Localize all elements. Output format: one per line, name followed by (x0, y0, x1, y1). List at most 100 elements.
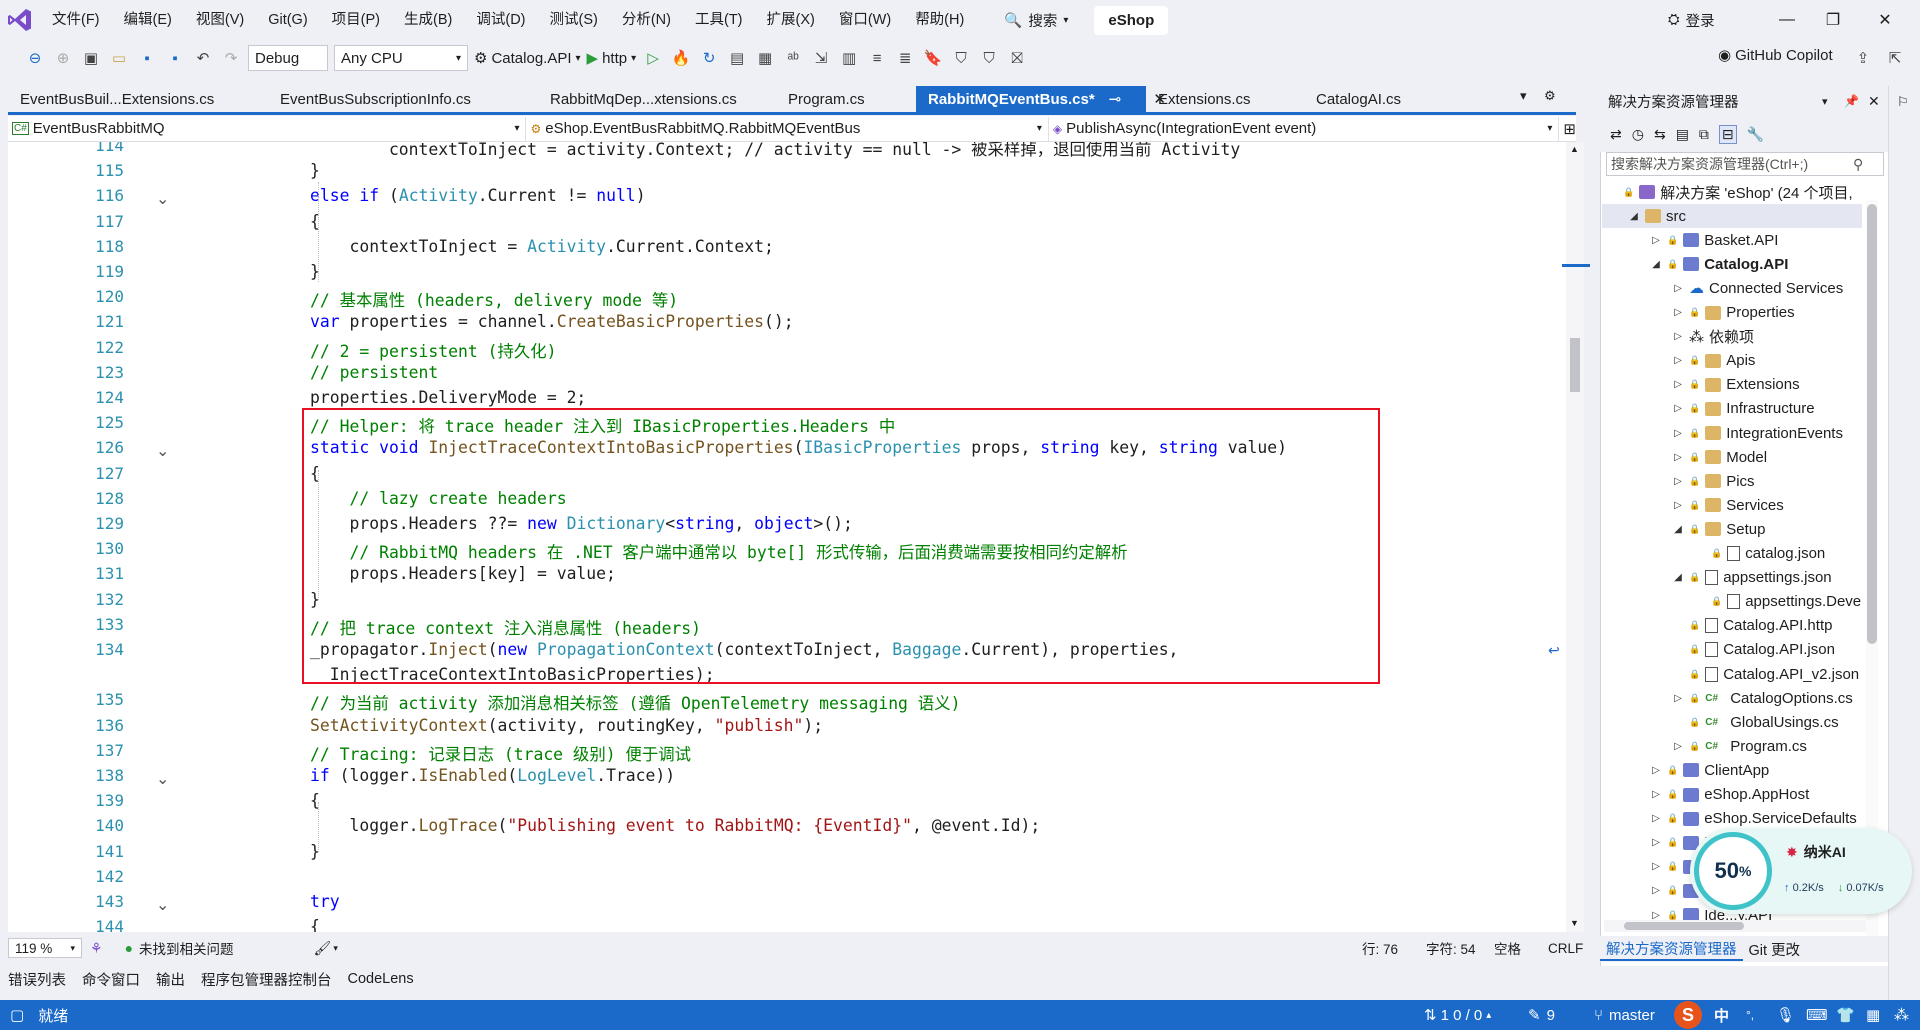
code-line[interactable]: // Tracing: 记录日志 (trace 级别) 便于调试 (310, 741, 691, 765)
clear-bookmarks-icon[interactable]: ⛝ (1006, 47, 1028, 69)
code-line[interactable]: // persistent (310, 363, 438, 382)
tree-item[interactable]: ▷ ☁ Connected Services (1602, 276, 1862, 300)
menu-item[interactable]: 工具(T) (683, 0, 755, 40)
expand-toggle-icon[interactable]: ▷ (1650, 837, 1662, 848)
save-all-icon[interactable]: ▪ (164, 47, 186, 69)
new-project-icon[interactable]: ▣ (80, 47, 102, 69)
code-line[interactable]: } (310, 161, 320, 180)
history-icon[interactable]: ◷ (1632, 126, 1644, 143)
expand-toggle-icon[interactable]: ◢ (1672, 572, 1684, 583)
tree-item[interactable]: ▷ 🔒 C# CatalogOptions.cs (1602, 686, 1862, 710)
tree-item[interactable]: ▷ 🔒 ClientApp (1602, 758, 1862, 782)
hot-reload-icon[interactable]: 🔥 (670, 47, 692, 69)
line-ending-indicator[interactable]: CRLF (1548, 941, 1583, 956)
tree-item[interactable]: ▷ 🔒 eShop.ServiceDefaults (1602, 807, 1862, 831)
tree-item[interactable]: ▷ 🔒 Services (1602, 493, 1862, 517)
menu-item[interactable]: Git(G) (256, 0, 319, 40)
tree-item[interactable]: ◢ 🔒 Catalog.API (1602, 252, 1862, 276)
tree-item[interactable]: ▷ 🔒 Properties (1602, 301, 1862, 325)
expand-toggle-icon[interactable]: ◢ (1628, 211, 1640, 222)
column-indicator[interactable]: 字符: 54 (1426, 938, 1476, 958)
tool-window-tab[interactable]: 输出 (148, 969, 193, 990)
expand-toggle-icon[interactable]: ▷ (1672, 403, 1684, 414)
sogou-ime-icon[interactable]: S (1674, 1001, 1702, 1029)
configuration-select[interactable]: Debug (248, 45, 328, 71)
expand-toggle-icon[interactable]: ▷ (1650, 861, 1662, 872)
tree-item[interactable]: 🔒 C# GlobalUsings.cs (1602, 710, 1862, 734)
code-line[interactable]: else if (Activity.Current != null) (310, 186, 646, 205)
collapse-region-icon[interactable]: ⌄ (156, 895, 169, 915)
menu-item[interactable]: 项目(P) (320, 0, 392, 40)
expand-toggle-icon[interactable]: ▷ (1672, 500, 1684, 511)
tree-item[interactable]: 🔒 catalog.json (1602, 542, 1862, 566)
code-line[interactable]: logger.LogTrace("Publishing event to Rab… (310, 816, 1040, 835)
menu-item[interactable]: 视图(V) (184, 0, 256, 40)
expand-toggle-icon[interactable]: ▷ (1672, 428, 1684, 439)
document-tab[interactable]: EventBusBuil...Extensions.cs (8, 86, 268, 112)
outdent-icon[interactable]: ≣ (894, 47, 916, 69)
tree-item[interactable]: ▷ 🔒 Extensions (1602, 373, 1862, 397)
redo-icon[interactable]: ↷ (220, 47, 242, 69)
tree-item[interactable]: ▷ 🔒 Basket.API (1602, 228, 1862, 252)
tree-item[interactable]: ▷ 🔒 eShop.AppHost (1602, 783, 1862, 807)
tree-item[interactable]: ▷ ⁂ 依赖项 (1602, 325, 1862, 349)
visual-studio-logo-icon[interactable] (0, 0, 40, 40)
dropdown-icon[interactable]: ▾ (1822, 95, 1828, 108)
undo-icon[interactable]: ↶ (192, 47, 214, 69)
document-tab[interactable]: Program.cs (776, 86, 916, 112)
menu-item[interactable]: 调试(D) (464, 0, 537, 40)
line-indicator[interactable]: 行: 76 (1362, 938, 1398, 958)
show-all-files-icon[interactable]: ⧉ (1699, 126, 1709, 143)
expand-toggle-icon[interactable]: ▷ (1672, 355, 1684, 366)
tool-window-tab[interactable]: 程序包管理器控制台 (193, 969, 340, 990)
panel-icon[interactable]: ▥ (838, 47, 860, 69)
menu-item[interactable]: 帮助(H) (903, 0, 976, 40)
scroll-thumb[interactable] (1570, 338, 1580, 392)
document-tab[interactable]: RabbitMQEventBus.cs* ⊸ ✕ (916, 86, 1166, 112)
punctuation-icon[interactable]: °, (1746, 1008, 1754, 1022)
share-icon[interactable]: ⇪ (1852, 47, 1874, 69)
settings-grid-icon[interactable]: ⁂ (1894, 1006, 1909, 1024)
notifications-icon[interactable]: ⚐ (1897, 94, 1909, 110)
tree-item[interactable]: ▷ 🔒 C# Program.cs (1602, 734, 1862, 758)
tree-item[interactable]: 🔒 解决方案 'eShop' (24 个项目, (1602, 180, 1862, 204)
expand-toggle-icon[interactable]: ◢ (1672, 524, 1684, 535)
tree-item[interactable]: 🔒 Catalog.API_v2.json (1602, 662, 1862, 686)
menu-item[interactable]: 文件(F) (40, 0, 112, 40)
issues-status[interactable]: 未找到相关问题 (139, 938, 234, 958)
code-line[interactable]: // 为当前 activity 添加消息相关标签 (遵循 OpenTelemet… (310, 690, 960, 714)
tab-git-changes[interactable]: Git 更改 (1743, 939, 1807, 960)
sync-status[interactable]: ⇅ 1 0 / 0 ▴ (1424, 1006, 1491, 1025)
expand-toggle-icon[interactable]: ▷ (1672, 452, 1684, 463)
solution-explorer-search[interactable]: 搜索解决方案资源管理器(Ctrl+;) ⚲ (1606, 152, 1884, 176)
zoom-select[interactable]: 119 % ▾ (8, 938, 82, 958)
code-line[interactable]: SetActivityContext(activity, routingKey,… (310, 716, 823, 735)
feedback-icon[interactable]: ⇱ (1884, 47, 1906, 69)
tree-scroll-thumb[interactable] (1867, 204, 1877, 644)
code-line[interactable]: { (310, 917, 320, 932)
github-copilot-button[interactable]: ◉ GitHub Copilot (1718, 46, 1833, 65)
close-window-button[interactable]: ✕ (1862, 0, 1908, 40)
tree-item[interactable]: ▷ 🔒 Infrastructure (1602, 397, 1862, 421)
expand-toggle-icon[interactable]: ▷ (1672, 283, 1684, 294)
expand-toggle-icon[interactable]: ▷ (1672, 307, 1684, 318)
tree-item[interactable]: 🔒 Catalog.API.json (1602, 638, 1862, 662)
expand-toggle-icon[interactable]: ▷ (1650, 813, 1662, 824)
microphone-icon[interactable]: 🎙 (1776, 1006, 1795, 1024)
expand-toggle-icon[interactable]: ▷ (1650, 910, 1662, 921)
menu-item[interactable]: 编辑(E) (112, 0, 184, 40)
menu-item[interactable]: 生成(B) (392, 0, 464, 40)
prev-bookmark-icon[interactable]: ⛉ (950, 47, 972, 69)
code-line[interactable]: contextToInject = Activity.Current.Conte… (310, 237, 773, 256)
expand-toggle-icon[interactable]: ▷ (1672, 741, 1684, 752)
startup-project-select[interactable]: ⚙ Catalog.API ▾ (474, 49, 581, 68)
collapse-region-icon[interactable]: ⌄ (156, 441, 169, 461)
tool-window-tab[interactable]: CodeLens (340, 971, 422, 987)
code-line[interactable]: // 基本属性 (headers, delivery mode 等) (310, 287, 678, 311)
settings-gear-icon[interactable]: ⚙ (1544, 88, 1556, 104)
login-button[interactable]: ⛭ 登录 (1668, 0, 1715, 40)
expand-toggle-icon[interactable]: ◢ (1650, 259, 1662, 270)
properties-wrench-icon[interactable]: 🔧 (1747, 126, 1764, 143)
forward-icon[interactable]: ⊕ (52, 47, 74, 69)
intellicode-icon[interactable]: ⚘ (90, 940, 103, 957)
